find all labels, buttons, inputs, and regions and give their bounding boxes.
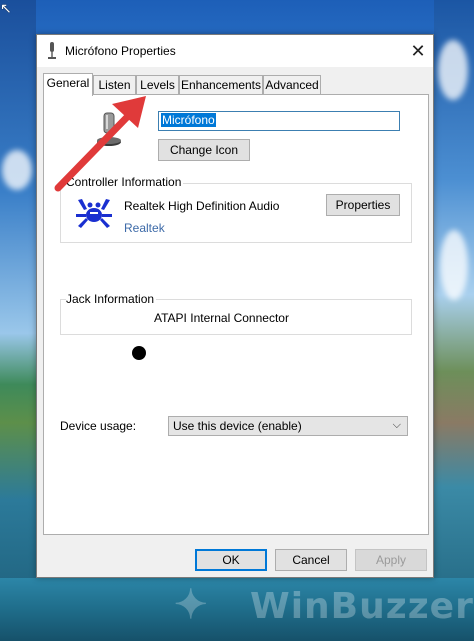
jack-dot-icon	[132, 346, 146, 360]
change-icon-button[interactable]: Change Icon	[158, 139, 250, 161]
cancel-button[interactable]: Cancel	[275, 549, 347, 571]
realtek-crab-icon	[76, 199, 112, 228]
tab-advanced[interactable]: Advanced	[263, 75, 321, 94]
controller-name: Realtek High Definition Audio	[124, 199, 280, 213]
microphone-icon	[97, 112, 121, 146]
cloud	[438, 40, 468, 100]
tab-listen[interactable]: Listen	[93, 75, 136, 94]
device-usage-label: Device usage:	[60, 419, 137, 433]
apply-button[interactable]: Apply	[355, 549, 427, 571]
properties-dialog: Micrófono Properties ✕ General Listen Le…	[36, 34, 434, 578]
device-usage-select[interactable]: Use this device (enable) ⌵	[168, 416, 408, 436]
device-name-input[interactable]: Micrófono	[158, 111, 400, 131]
close-icon[interactable]: ✕	[403, 37, 433, 65]
microphone-icon	[48, 42, 56, 59]
realtek-vendor-link[interactable]: Realtek	[124, 221, 165, 235]
title-bar[interactable]: Micrófono Properties ✕	[37, 35, 433, 67]
jack-group-label: Jack Information	[66, 292, 157, 306]
cloud	[2, 150, 32, 190]
tab-enhancements[interactable]: Enhancements	[179, 75, 263, 94]
device-name-value: Micrófono	[161, 113, 216, 127]
general-tab-panel: Micrófono Change Icon Controller Informa…	[43, 94, 429, 535]
device-usage-selected: Use this device (enable)	[173, 419, 302, 433]
jack-connector-label: ATAPI Internal Connector	[154, 311, 289, 325]
cloud	[440, 230, 468, 300]
watermark-logo: ✦	[174, 583, 208, 627]
controller-properties-button[interactable]: Properties	[326, 194, 400, 216]
ok-button[interactable]: OK	[195, 549, 267, 571]
window-title: Micrófono Properties	[65, 44, 176, 58]
mouse-cursor-icon: ↖	[0, 0, 12, 16]
chevron-down-icon: ⌵	[392, 419, 401, 431]
desktop-left-scenery	[0, 0, 36, 641]
tab-levels[interactable]: Levels	[136, 75, 179, 94]
watermark-text: WinBuzzer	[250, 586, 474, 627]
controller-group-label: Controller Information	[66, 175, 184, 189]
tab-general[interactable]: General	[43, 73, 93, 96]
